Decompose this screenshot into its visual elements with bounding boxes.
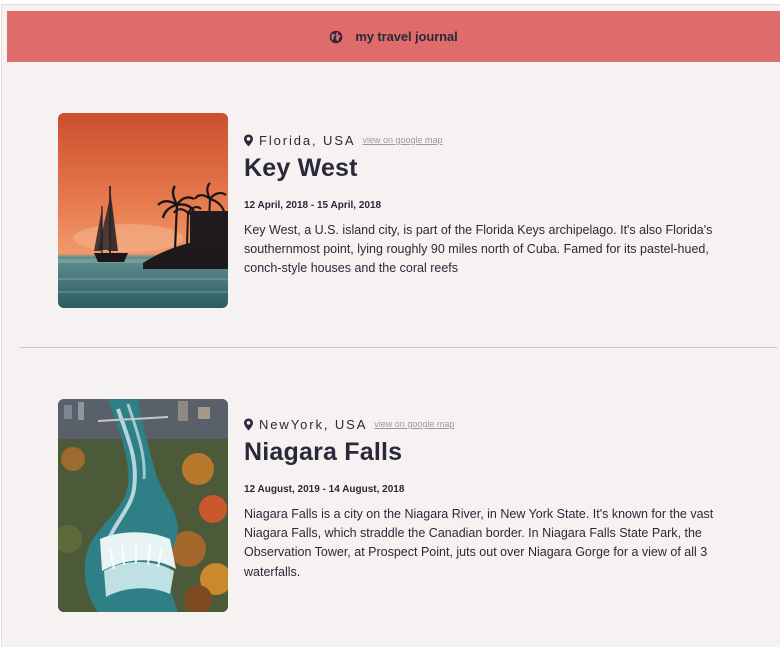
map-pin-icon: [244, 418, 253, 430]
app-header: my travel journal: [7, 11, 780, 62]
trip-dates: 12 April, 2018 - 15 April, 2018: [244, 200, 382, 211]
place-description: Key West, a U.S. island city, is part of…: [244, 223, 713, 276]
map-pin-icon: [244, 134, 253, 146]
globe-icon: [330, 30, 343, 43]
entry-details: Florida, USA view on google map Key West…: [244, 113, 744, 279]
place-title: Key West: [244, 154, 358, 182]
location-text: NewYork, USA: [259, 416, 368, 432]
app-title: my travel journal: [355, 29, 458, 44]
place-title: Niagara Falls: [244, 438, 403, 466]
google-map-link[interactable]: view on google map: [374, 419, 454, 429]
trip-dates: 12 August, 2019 - 14 August, 2018: [244, 484, 405, 495]
niagara-falls-photo: [58, 399, 228, 612]
location-row: Florida, USA view on google map: [244, 132, 744, 148]
key-west-photo: [58, 113, 228, 308]
location-text: Florida, USA: [259, 132, 356, 148]
entry-divider: [20, 347, 778, 348]
place-description: Niagara Falls is a city on the Niagara R…: [244, 507, 714, 579]
entry-details: NewYork, USA view on google map Niagara …: [244, 399, 744, 582]
location-row: NewYork, USA view on google map: [244, 416, 744, 432]
google-map-link[interactable]: view on google map: [363, 135, 443, 145]
